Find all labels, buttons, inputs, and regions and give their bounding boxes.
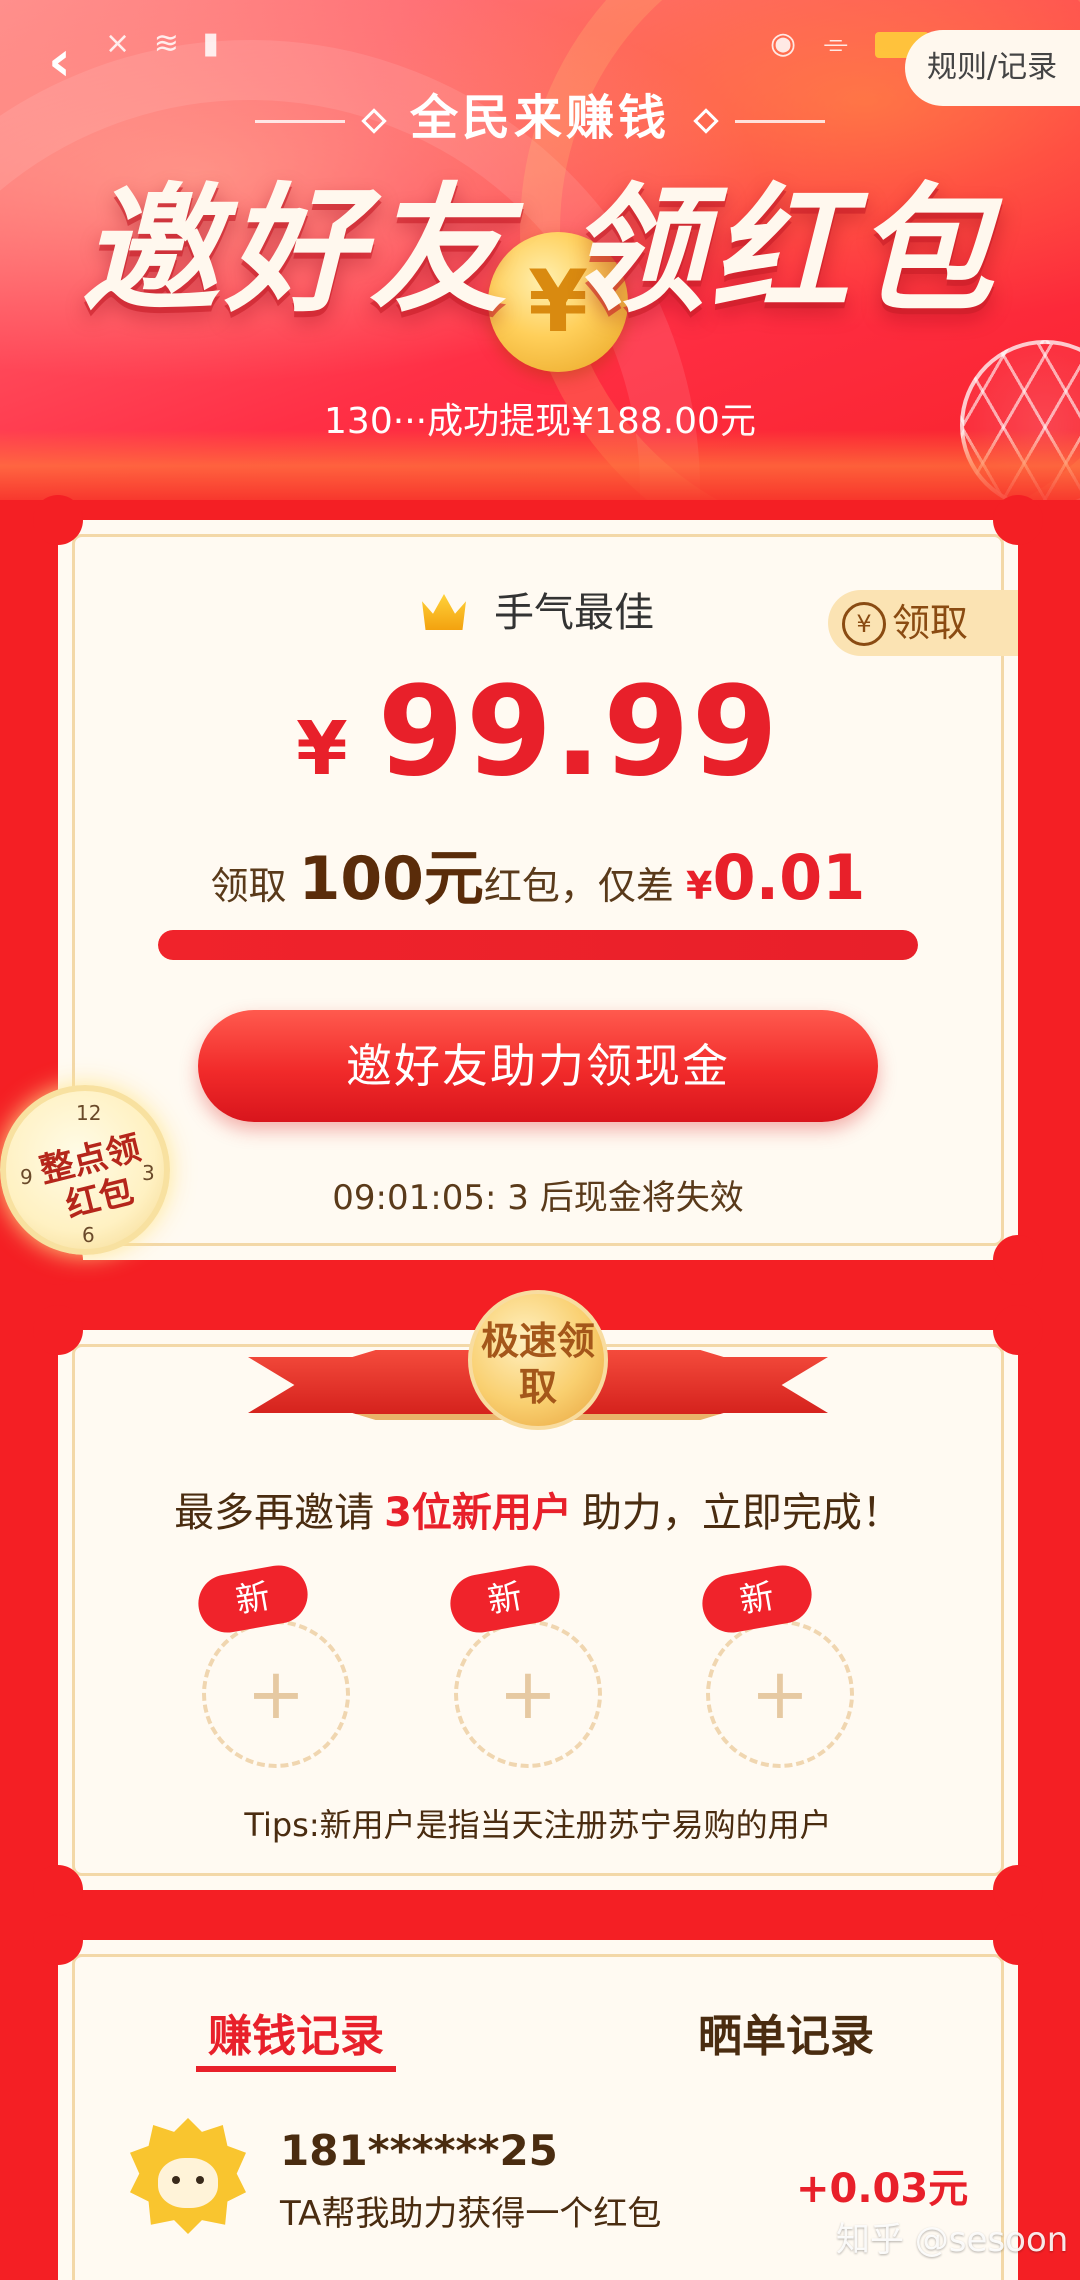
- plus-icon: +: [706, 1620, 854, 1768]
- plus-icon: +: [454, 1620, 602, 1768]
- progress-fill: [158, 930, 918, 960]
- invite-slots: + 新 + 新 + 新: [58, 1560, 1018, 1770]
- hourly-redpacket-badge[interactable]: 12 3 6 9 整点领红包: [0, 1085, 170, 1255]
- hourly-redpacket-label: 整点领红包: [35, 1127, 145, 1227]
- chevron-left-icon: ‹: [48, 29, 72, 94]
- tab-earning-records[interactable]: 赚钱记录: [208, 2000, 384, 2064]
- record-amount: +0.03元: [796, 2166, 969, 2212]
- back-button[interactable]: ‹: [48, 32, 88, 92]
- wifi-icon: ≋: [153, 26, 179, 61]
- invite-friends-button[interactable]: 邀好友助力领现金: [198, 1010, 878, 1122]
- progress-bar: [158, 930, 918, 960]
- hero-title: 邀好友 领红包: [80, 170, 1000, 331]
- record-phone: 181******25: [280, 2126, 558, 2175]
- eye-icon: ◉: [770, 26, 797, 61]
- rules-records-button[interactable]: 规则/记录: [905, 30, 1080, 106]
- invite-info-text: 最多再邀请 3位新用户 助力，立即完成！: [174, 1490, 902, 1536]
- crown-icon: [422, 594, 466, 630]
- yuan-exchange-icon: ¥: [842, 602, 886, 646]
- fast-claim-card: 极速领取 最多再邀请 3位新用户 助力，立即完成！ + 新 + 新 + 新 Tips…: [33, 1290, 1043, 1915]
- goal-text: 领取 100元红包，仅差 ¥0.01: [210, 841, 866, 914]
- lion-mascot-icon: [158, 2158, 218, 2208]
- tips-text: Tips:新用户是指当天注册苏宁易购的用户: [244, 1806, 832, 1844]
- close-icon: ×: [105, 26, 131, 61]
- fast-claim-medal: 极速领取: [468, 1290, 608, 1430]
- battery-alert-icon: ▮: [202, 26, 219, 61]
- record-description: TA帮我助力获得一个红包: [280, 2194, 662, 2234]
- status-icons-left: × ≋ ▮: [105, 26, 233, 61]
- ribbon-banner: 极速领取: [248, 1290, 828, 1460]
- watermark: 知乎 @sesoon: [836, 2220, 1069, 2260]
- invite-slot[interactable]: + 新: [697, 1560, 862, 1770]
- plus-icon: +: [202, 1620, 350, 1768]
- mute-icon: ⌯: [823, 26, 848, 61]
- invite-slot[interactable]: + 新: [193, 1560, 358, 1770]
- tab-showcase-records[interactable]: 晒单记录: [698, 2000, 874, 2064]
- prize-amount: ¥99.99: [296, 660, 780, 804]
- active-tab-indicator: [196, 2066, 396, 2072]
- prize-card: 手气最佳 ¥ 领取 ¥99.99 领取 100元红包，仅差 ¥0.01 邀好友助力…: [33, 495, 1043, 1285]
- invite-slot[interactable]: + 新: [445, 1560, 610, 1770]
- countdown-text: 09:01:05: 3 后现金将失效: [332, 1178, 744, 1218]
- claim-button[interactable]: ¥ 领取: [828, 590, 1018, 656]
